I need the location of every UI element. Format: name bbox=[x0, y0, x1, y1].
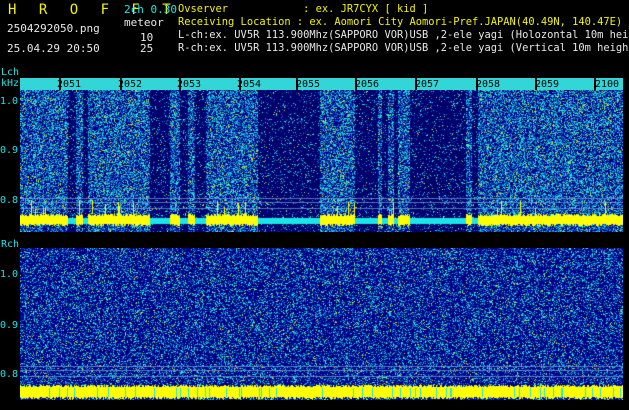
mode-label: 2ch 0.30 bbox=[124, 3, 177, 16]
hour-label: 2057 bbox=[415, 79, 440, 90]
hour-label: 2058 bbox=[476, 79, 501, 90]
lch-tick-1-0: 1.0 bbox=[0, 96, 19, 107]
rch-label: Rch bbox=[1, 239, 20, 250]
hour-label: 2051 bbox=[57, 79, 82, 90]
lch-tick-0-9: 0.9 bbox=[0, 145, 19, 156]
lch-info: L-ch:ex. UV5R 113.900Mhz(SAPPORO VOR)USB… bbox=[178, 29, 629, 41]
hour-label: 2059 bbox=[535, 79, 560, 90]
hour-label: 2052 bbox=[118, 79, 143, 90]
filename: 2504292050.png bbox=[7, 22, 100, 35]
rch-tick-0-8: 0.8 bbox=[0, 369, 19, 380]
hour-label: 2100 bbox=[595, 79, 620, 90]
lch-spectrogram bbox=[20, 90, 623, 232]
hour-label: 2055 bbox=[296, 79, 321, 90]
hour-label: 2053 bbox=[177, 79, 202, 90]
hour-marker-bar: 2051 2052 2053 2054 2055 2056 2057 2058 2059 2100 bbox=[20, 78, 623, 90]
rch-tick-0-9: 0.9 bbox=[0, 320, 19, 331]
lch-label: Lch bbox=[1, 67, 20, 78]
timestamp: 25.04.29 20:50 bbox=[7, 42, 100, 55]
rch-tick-1-0: 1.0 bbox=[0, 269, 19, 280]
location-info: Receiving Location : ex. Aomori City Aom… bbox=[178, 16, 623, 28]
screen: { "header": { "app_title": "H R O F F T"… bbox=[0, 0, 629, 410]
rch-info: R-ch:ex. UV5R 113.900Mhz(SAPPORO VOR)USB… bbox=[178, 42, 629, 54]
hour-segment bbox=[20, 78, 59, 90]
khz-label: kHz bbox=[1, 78, 20, 89]
hour-label: 2056 bbox=[355, 79, 380, 90]
rch-spectrogram bbox=[20, 248, 623, 400]
observer-info: Ovserver : ex. JR7CYX [ kid ] bbox=[178, 3, 429, 15]
hour-label: 2054 bbox=[237, 79, 262, 90]
rch-meteor-count: 25 bbox=[140, 42, 154, 55]
lch-tick-0-8: 0.8 bbox=[0, 195, 19, 206]
meteor-label: meteor bbox=[124, 16, 164, 29]
